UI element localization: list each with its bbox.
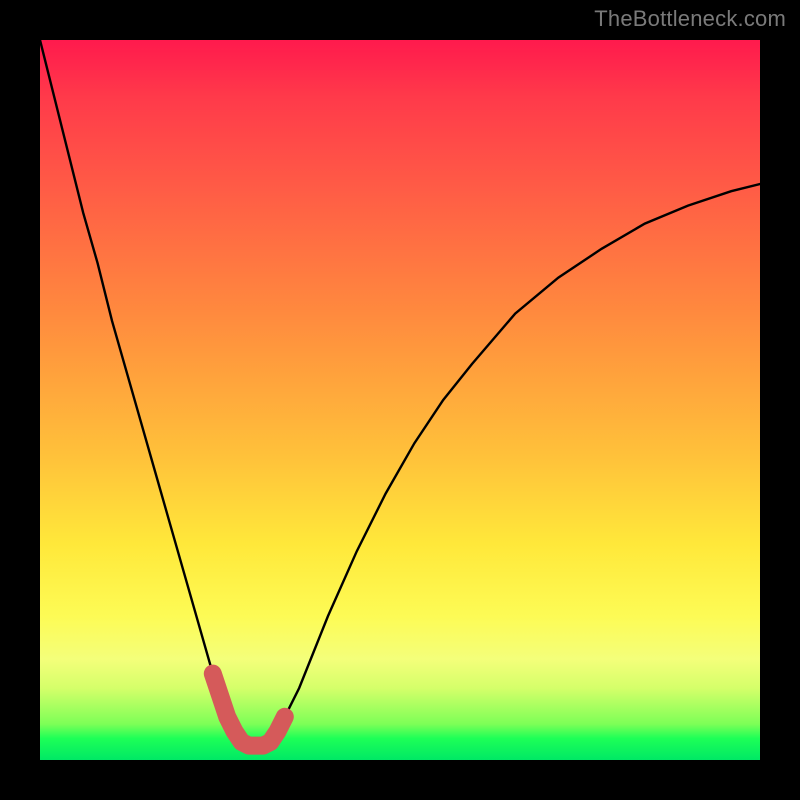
- curve-path: [40, 40, 760, 746]
- plot-area: [40, 40, 760, 760]
- chart-svg: [40, 40, 760, 760]
- watermark-text: TheBottleneck.com: [594, 6, 786, 32]
- chart-frame: TheBottleneck.com: [0, 0, 800, 800]
- highlight-path: [213, 674, 285, 746]
